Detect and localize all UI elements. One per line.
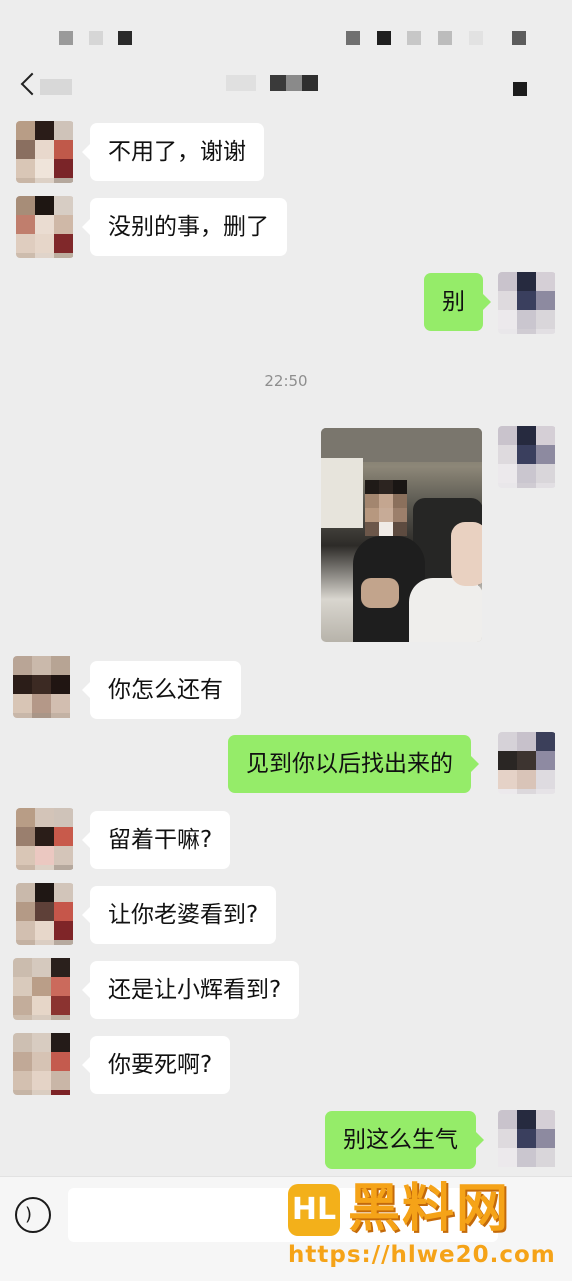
photo-message[interactable] [321, 428, 482, 642]
contact-name-blurred [226, 75, 318, 93]
chat-header [0, 62, 572, 112]
more-button[interactable] [506, 76, 530, 100]
message-timestamp: 22:50 [264, 372, 308, 390]
status-pixel [89, 31, 103, 45]
message-bubble-outgoing[interactable]: 见到你以后找出来的 [228, 735, 479, 793]
contact-avatar[interactable] [16, 196, 74, 258]
watermark-url: https://hlwe20.com [288, 1242, 556, 1268]
status-pixel [469, 31, 483, 45]
message-bubble-outgoing[interactable]: 别 [424, 273, 491, 331]
voice-button[interactable]: ) [15, 1197, 51, 1233]
status-pixel [346, 31, 360, 45]
contact-avatar[interactable] [13, 1033, 74, 1095]
message-bubble-incoming[interactable]: 留着干嘛? [81, 811, 231, 869]
blurred-face [451, 522, 482, 586]
contact-avatar[interactable] [16, 883, 74, 945]
blurred-face [365, 480, 407, 536]
voice-icon: ) [25, 1204, 33, 1225]
message-bubble-incoming[interactable]: 你怎么还有 [82, 661, 241, 719]
message-bubble-incoming[interactable]: 还是让小辉看到? [81, 961, 300, 1019]
my-avatar[interactable] [498, 426, 556, 488]
status-pixel [118, 31, 132, 45]
my-avatar[interactable] [498, 1110, 556, 1172]
message-bubble-outgoing[interactable]: 别这么生气 [325, 1111, 484, 1169]
contact-avatar[interactable] [16, 808, 74, 870]
status-bar [0, 0, 572, 62]
status-pixel [512, 31, 526, 45]
watermark: HL 黑料网 https://hlwe20.com [288, 1179, 572, 1278]
status-pixel [438, 31, 452, 45]
contact-avatar[interactable] [13, 656, 74, 718]
more-icon [513, 82, 527, 96]
message-bubble-incoming[interactable]: 没别的事，删了 [82, 198, 287, 256]
my-avatar[interactable] [498, 272, 556, 334]
watermark-logo: HL [288, 1184, 340, 1236]
status-pixel [377, 31, 391, 45]
back-button[interactable] [18, 70, 74, 104]
contact-avatar[interactable] [16, 121, 74, 183]
unread-count-blurred [40, 79, 72, 95]
message-bubble-incoming[interactable]: 不用了，谢谢 [82, 123, 264, 181]
watermark-brand: 黑料网 [348, 1179, 511, 1239]
contact-avatar[interactable] [13, 958, 74, 1020]
status-pixel [59, 31, 73, 45]
status-pixel [407, 31, 421, 45]
message-bubble-incoming[interactable]: 你要死啊? [81, 1036, 231, 1094]
my-avatar[interactable] [498, 732, 556, 794]
message-bubble-incoming[interactable]: 让你老婆看到? [81, 886, 277, 944]
